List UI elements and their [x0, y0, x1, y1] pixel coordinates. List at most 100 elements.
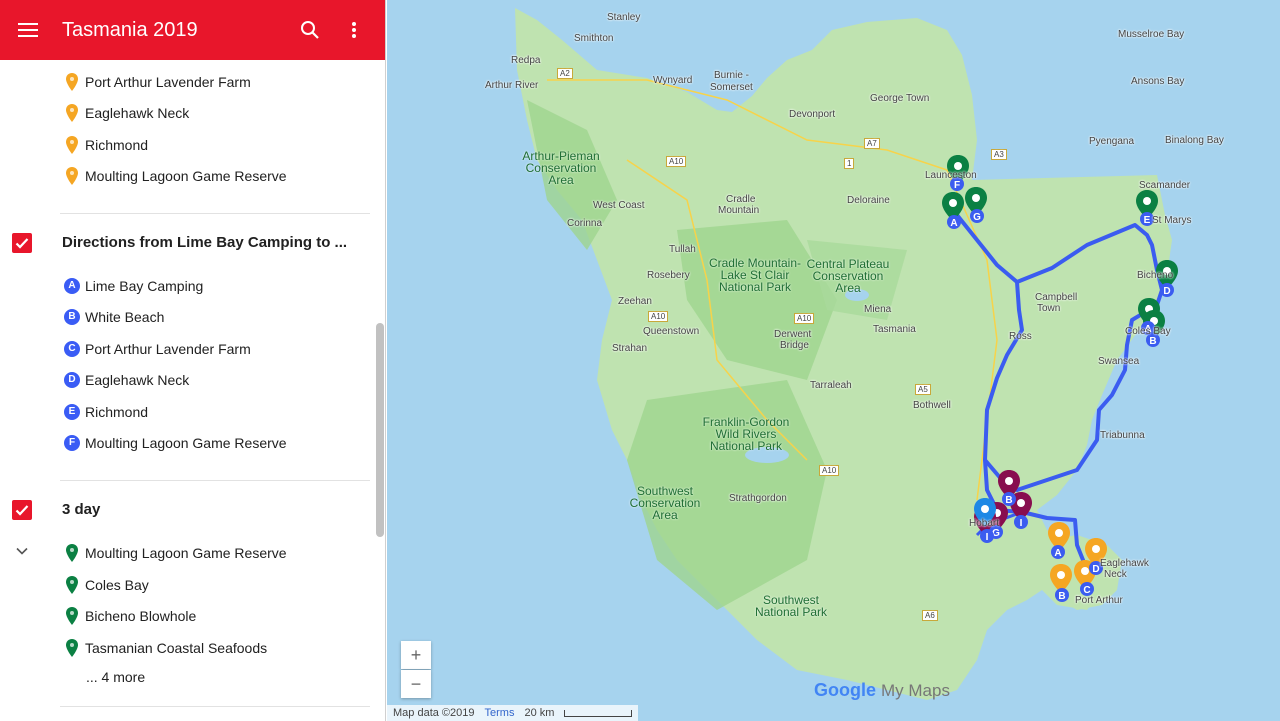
letter-f-marker: F [64, 435, 80, 451]
place-label: Tasmania [873, 324, 916, 335]
road-shield: A2 [557, 68, 573, 79]
place-label: Rosebery [647, 270, 690, 281]
divider [60, 213, 370, 214]
place-label: Tarraleah [810, 380, 852, 391]
road-shield: A7 [864, 138, 880, 149]
svg-text:B: B [1058, 591, 1065, 602]
scale-label: 20 km [524, 707, 555, 719]
place-label: Arthur River [485, 80, 539, 91]
place-label: Bicheno [1137, 270, 1174, 281]
layer-title[interactable]: Directions from Lime Bay Camping to ... [62, 234, 347, 251]
list-item[interactable]: D Eaglehawk Neck [0, 364, 376, 395]
place-label: Scamander [1139, 180, 1191, 191]
layer-header: 3 day [0, 490, 376, 530]
layer-checkbox[interactable] [12, 500, 32, 520]
list-item-label: White Beach [85, 308, 165, 325]
menu-icon[interactable] [6, 8, 50, 52]
list-item-label: Port Arthur Lavender Farm [85, 340, 251, 357]
green-pin-icon [66, 544, 78, 562]
svg-text:I: I [986, 532, 989, 543]
layer-title[interactable]: 3 day [62, 501, 100, 518]
zoom-out-button[interactable]: − [401, 670, 431, 698]
route-marker-a[interactable]: A [1051, 545, 1065, 559]
terms-link[interactable]: Terms [485, 707, 515, 719]
road-shield: A10 [819, 465, 840, 476]
svg-text:G: G [973, 212, 981, 223]
scale-bar [564, 709, 633, 717]
more-vert-icon[interactable] [332, 8, 376, 52]
list-item[interactable]: Eaglehawk Neck [0, 97, 376, 128]
route-marker-b[interactable]: B [1002, 492, 1016, 506]
place-label: Miena [864, 304, 892, 315]
layer-header: Directions from Lime Bay Camping to ... [0, 223, 376, 263]
place-label: Strahan [612, 343, 648, 354]
park-label: Cradle Mountain-Lake St Clair National P… [708, 256, 802, 294]
route-marker-d[interactable]: D [1160, 283, 1174, 297]
green-pin-icon [66, 576, 78, 594]
letter-d-marker: D [64, 372, 80, 388]
list-item[interactable]: E Richmond [0, 396, 376, 427]
road-shield: A10 [648, 311, 669, 322]
place-label: Coles Bay [1125, 326, 1171, 337]
letter-e-marker: E [64, 404, 80, 420]
orange-pin-icon [66, 136, 78, 154]
place-label: Eaglehawk [1100, 558, 1149, 569]
zoom-in-button[interactable]: + [401, 641, 431, 669]
list-item[interactable]: F Moulting Lagoon Game Reserve [0, 427, 376, 458]
place-label: Mountain [718, 205, 760, 216]
route-marker-g[interactable]: G [970, 209, 984, 223]
route-marker-b[interactable]: B [1055, 588, 1069, 602]
list-item[interactable]: B White Beach [0, 301, 376, 332]
list-item[interactable]: Tasmanian Coastal Seafoods [0, 632, 376, 663]
svg-text:I: I [1020, 518, 1023, 529]
svg-text:A: A [1054, 548, 1061, 559]
list-item[interactable]: A Lime Bay Camping [0, 270, 376, 301]
svg-text:B: B [1005, 495, 1012, 506]
search-icon[interactable] [288, 8, 332, 52]
show-more-link[interactable]: ... 4 more [86, 669, 145, 685]
road-shield: A3 [991, 149, 1007, 160]
map-title[interactable]: Tasmania 2019 [62, 19, 288, 42]
map-canvas[interactable]: F A G E D A B B I G I A D C B Stanley Sm… [387, 0, 1280, 721]
map-attribution: Map data ©2019 Terms 20 km [387, 705, 639, 721]
divider [60, 480, 370, 481]
route-marker-i[interactable]: I [980, 529, 994, 543]
place-label: Neck [1104, 569, 1127, 580]
svg-text:F: F [954, 180, 960, 191]
place-label: Swansea [1098, 356, 1140, 367]
list-item-label: Lime Bay Camping [85, 277, 204, 294]
road-shield: A10 [666, 156, 687, 167]
list-item[interactable]: Moulting Lagoon Game Reserve [0, 160, 376, 191]
list-item[interactable]: Bicheno Blowhole [0, 600, 376, 631]
layer-checkbox[interactable] [12, 233, 32, 253]
park-label: Southwest National Park [754, 593, 828, 619]
place-label: Redpa [511, 55, 541, 66]
list-item[interactable]: Moulting Lagoon Game Reserve [0, 537, 376, 568]
orange-pin-icon [66, 167, 78, 185]
place-label: Campbell [1035, 292, 1078, 303]
place-label: Bridge [780, 340, 809, 351]
list-item[interactable]: Richmond [0, 129, 376, 160]
place-label: Somerset [710, 82, 753, 93]
layers-panel[interactable]: Port Arthur Lavender Farm Eaglehawk Neck… [0, 60, 385, 721]
place-label: George Town [870, 93, 930, 104]
list-item-label: Moulting Lagoon Game Reserve [85, 434, 287, 451]
route-marker-c[interactable]: C [1080, 582, 1094, 596]
route-marker-i[interactable]: I [1014, 515, 1028, 529]
list-item[interactable]: Coles Bay [0, 569, 376, 600]
sidebar-scrollbar[interactable] [376, 323, 384, 537]
park-label: Central Plateau Conservation Area [806, 257, 890, 295]
app-root: Tasmania 2019 Port Arthur Lavender Farm … [0, 0, 1280, 721]
place-label: Launceston [925, 170, 977, 181]
list-item[interactable]: Port Arthur Lavender Farm [0, 66, 376, 97]
route-marker-a[interactable]: A [947, 215, 961, 229]
my-maps-logo-text: My Maps [881, 681, 950, 700]
place-label: Ansons Bay [1131, 76, 1185, 87]
place-label: Cradle [726, 194, 756, 205]
list-item[interactable]: C Port Arthur Lavender Farm [0, 333, 376, 364]
chevron-down-icon[interactable] [14, 543, 30, 559]
place-label: Tullah [669, 244, 696, 255]
list-item-label: Port Arthur Lavender Farm [85, 73, 251, 90]
place-label: Stanley [607, 12, 641, 23]
list-item-label: Bicheno Blowhole [85, 607, 197, 624]
